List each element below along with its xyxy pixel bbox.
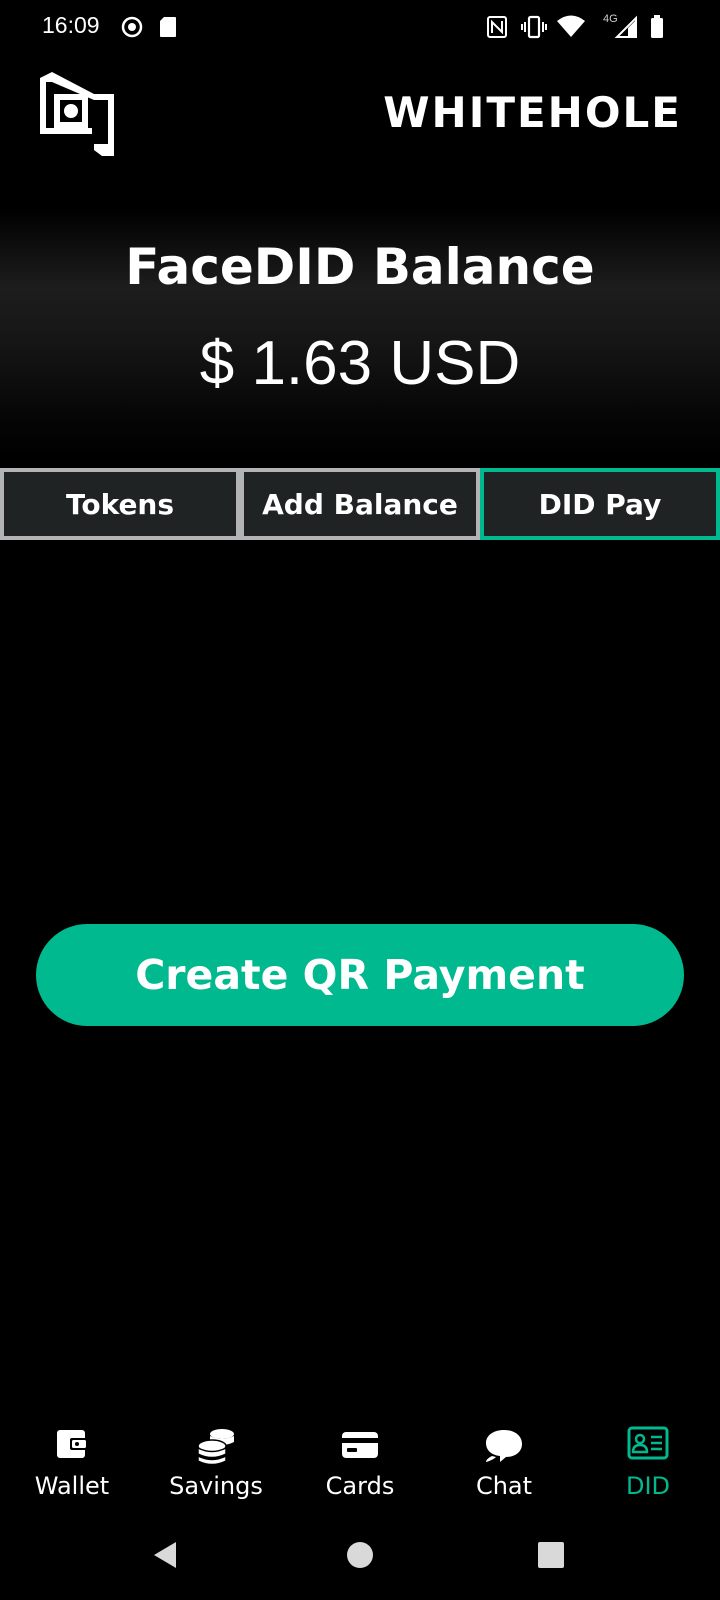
status-bar: 16:09 4G: [0, 0, 720, 54]
system-nav-bar: [0, 1526, 720, 1600]
nav-item-chat[interactable]: Chat: [432, 1420, 576, 1520]
nav-label-cards: Cards: [325, 1472, 395, 1500]
nav-label-chat: Chat: [475, 1472, 533, 1500]
nfc-icon: [487, 16, 507, 38]
balance-panel: FaceDID Balance $ 1.63 USD: [0, 208, 720, 458]
screen-record-icon: [121, 16, 143, 38]
coins-icon: [197, 1429, 234, 1466]
tab-did-pay[interactable]: DID Pay: [480, 468, 720, 540]
balance-title: FaceDID Balance: [125, 238, 595, 296]
brand-wordmark: WHITEHOLE: [383, 88, 682, 137]
nav-item-wallet[interactable]: Wallet: [0, 1420, 144, 1520]
tab-add-balance[interactable]: Add Balance: [240, 468, 480, 540]
nav-label-did: DID: [625, 1472, 671, 1500]
nav-label-wallet: Wallet: [34, 1472, 110, 1500]
recents-icon[interactable]: [537, 1540, 565, 1570]
balance-amount: $ 1.63 USD: [199, 329, 521, 398]
back-icon[interactable]: [150, 1540, 180, 1570]
battery-icon: [651, 15, 663, 38]
create-qr-payment-button[interactable]: Create QR Payment: [36, 924, 684, 1026]
chat-icon: [486, 1430, 522, 1462]
card-icon: [342, 1432, 378, 1458]
bottom-nav: Wallet Savings Cards Chat DID: [0, 1420, 720, 1520]
tab-tokens[interactable]: Tokens: [0, 468, 240, 540]
id-card-icon: [627, 1426, 669, 1460]
nav-label-savings: Savings: [169, 1472, 263, 1500]
balance-tabs: Tokens Add Balance DID Pay: [0, 468, 720, 540]
whitehole-logo-icon[interactable]: [36, 72, 116, 156]
status-time: 16:09: [42, 12, 100, 38]
sd-card-icon: [160, 17, 176, 37]
wifi-icon: [557, 15, 585, 37]
nav-item-cards[interactable]: Cards: [288, 1420, 432, 1520]
home-icon[interactable]: [345, 1540, 375, 1570]
nav-item-savings[interactable]: Savings: [144, 1420, 288, 1520]
wallet-icon: [57, 1430, 88, 1458]
nav-item-did[interactable]: DID: [576, 1420, 720, 1520]
signal-icon: [614, 15, 637, 38]
vibrate-icon: [521, 15, 547, 39]
